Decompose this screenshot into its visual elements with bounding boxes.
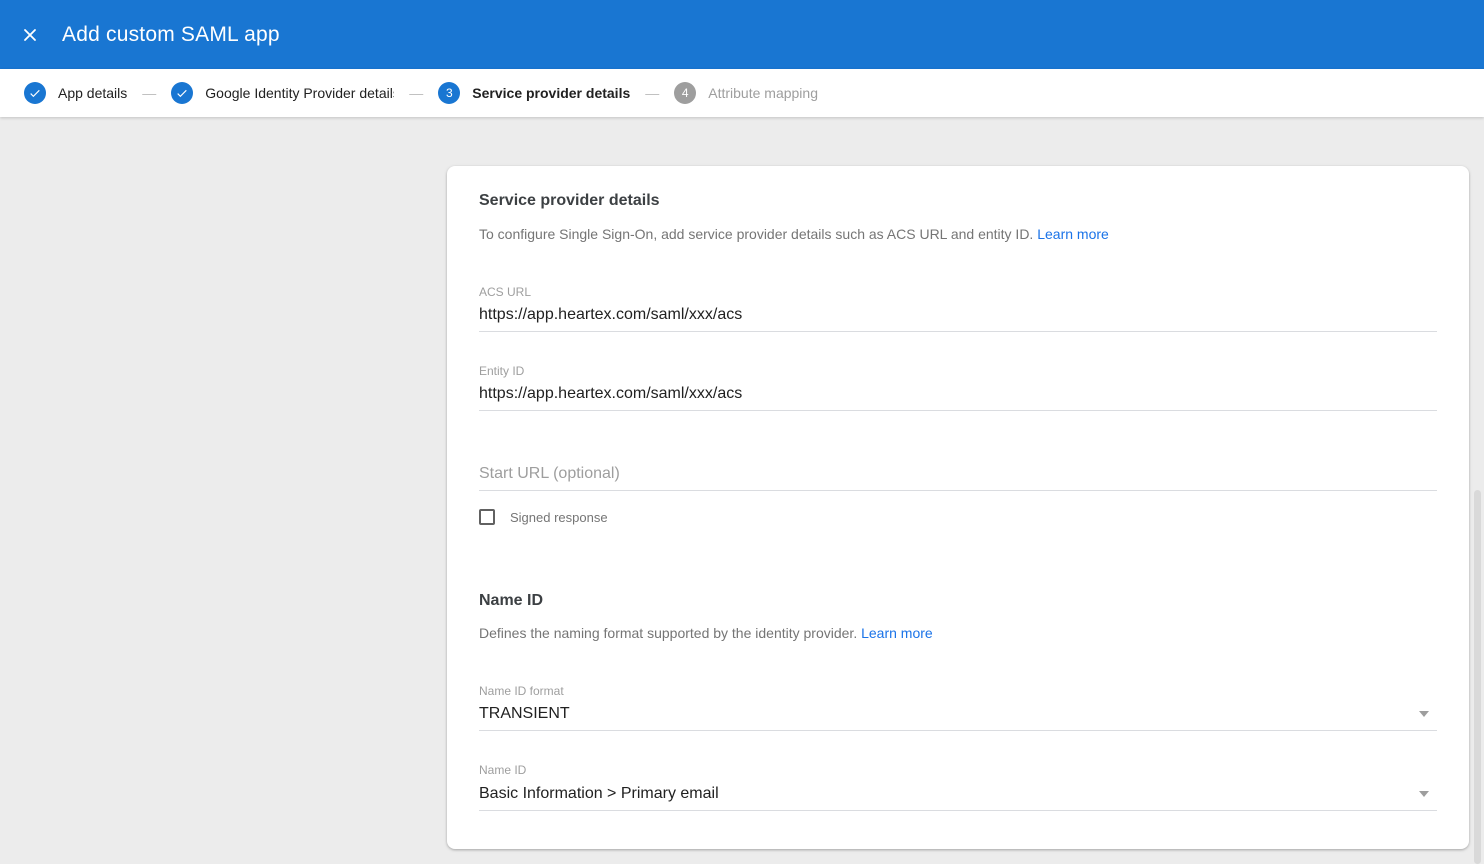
- service-provider-card: Service provider details To configure Si…: [447, 166, 1469, 849]
- chevron-down-icon: [1419, 791, 1429, 797]
- name-id-description-text: Defines the naming format supported by t…: [479, 625, 861, 641]
- acs-url-input[interactable]: [479, 305, 1437, 332]
- step-3-circle: 3: [438, 82, 460, 104]
- vertical-scrollbar[interactable]: [1474, 490, 1481, 864]
- step-4-circle: 4: [674, 82, 696, 104]
- step-separator: —: [409, 85, 423, 101]
- name-id-learn-more-link[interactable]: Learn more: [861, 625, 933, 641]
- step-google-idp-details[interactable]: Google Identity Provider details: [171, 82, 394, 104]
- step-separator: —: [142, 85, 156, 101]
- step-1-circle: [24, 82, 46, 104]
- signed-response-label: Signed response: [510, 510, 608, 525]
- name-id-format-select[interactable]: TRANSIENT: [479, 704, 1437, 731]
- close-button[interactable]: [10, 15, 50, 55]
- name-id-section-title: Name ID: [479, 592, 543, 610]
- step-3-label: Service provider details: [472, 85, 630, 101]
- step-attribute-mapping[interactable]: 4 Attribute mapping: [674, 82, 818, 104]
- name-id-format-value: TRANSIENT: [479, 705, 570, 722]
- step-2-circle: [171, 82, 193, 104]
- step-app-details[interactable]: App details: [24, 82, 127, 104]
- name-id-description: Defines the naming format supported by t…: [479, 625, 933, 641]
- acs-url-label: ACS URL: [479, 285, 531, 299]
- entity-id-input[interactable]: [479, 384, 1437, 411]
- close-icon: [20, 25, 40, 45]
- name-id-value: Basic Information > Primary email: [479, 785, 719, 802]
- step-separator: —: [645, 85, 659, 101]
- step-4-number: 4: [682, 86, 689, 100]
- chevron-down-icon: [1419, 711, 1429, 717]
- name-id-select[interactable]: Basic Information > Primary email: [479, 784, 1437, 811]
- check-icon: [175, 86, 189, 100]
- check-icon: [28, 86, 42, 100]
- step-3-number: 3: [446, 86, 453, 100]
- stepper-bar: App details — Google Identity Provider d…: [0, 69, 1484, 117]
- section-title: Service provider details: [479, 192, 660, 210]
- start-url-input[interactable]: [479, 464, 1437, 491]
- dialog-title: Add custom SAML app: [62, 23, 280, 47]
- step-service-provider-details[interactable]: 3 Service provider details: [438, 82, 630, 104]
- signed-response-checkbox[interactable]: [479, 509, 495, 525]
- section-description-text: To configure Single Sign-On, add service…: [479, 226, 1037, 242]
- learn-more-link[interactable]: Learn more: [1037, 226, 1109, 242]
- step-2-label: Google Identity Provider details: [205, 85, 394, 101]
- entity-id-label: Entity ID: [479, 364, 524, 378]
- section-description: To configure Single Sign-On, add service…: [479, 226, 1109, 242]
- dialog-header: Add custom SAML app: [0, 0, 1484, 69]
- name-id-label: Name ID: [479, 763, 526, 777]
- step-1-label: App details: [58, 85, 127, 101]
- name-id-format-label: Name ID format: [479, 684, 564, 698]
- step-4-label: Attribute mapping: [708, 85, 818, 101]
